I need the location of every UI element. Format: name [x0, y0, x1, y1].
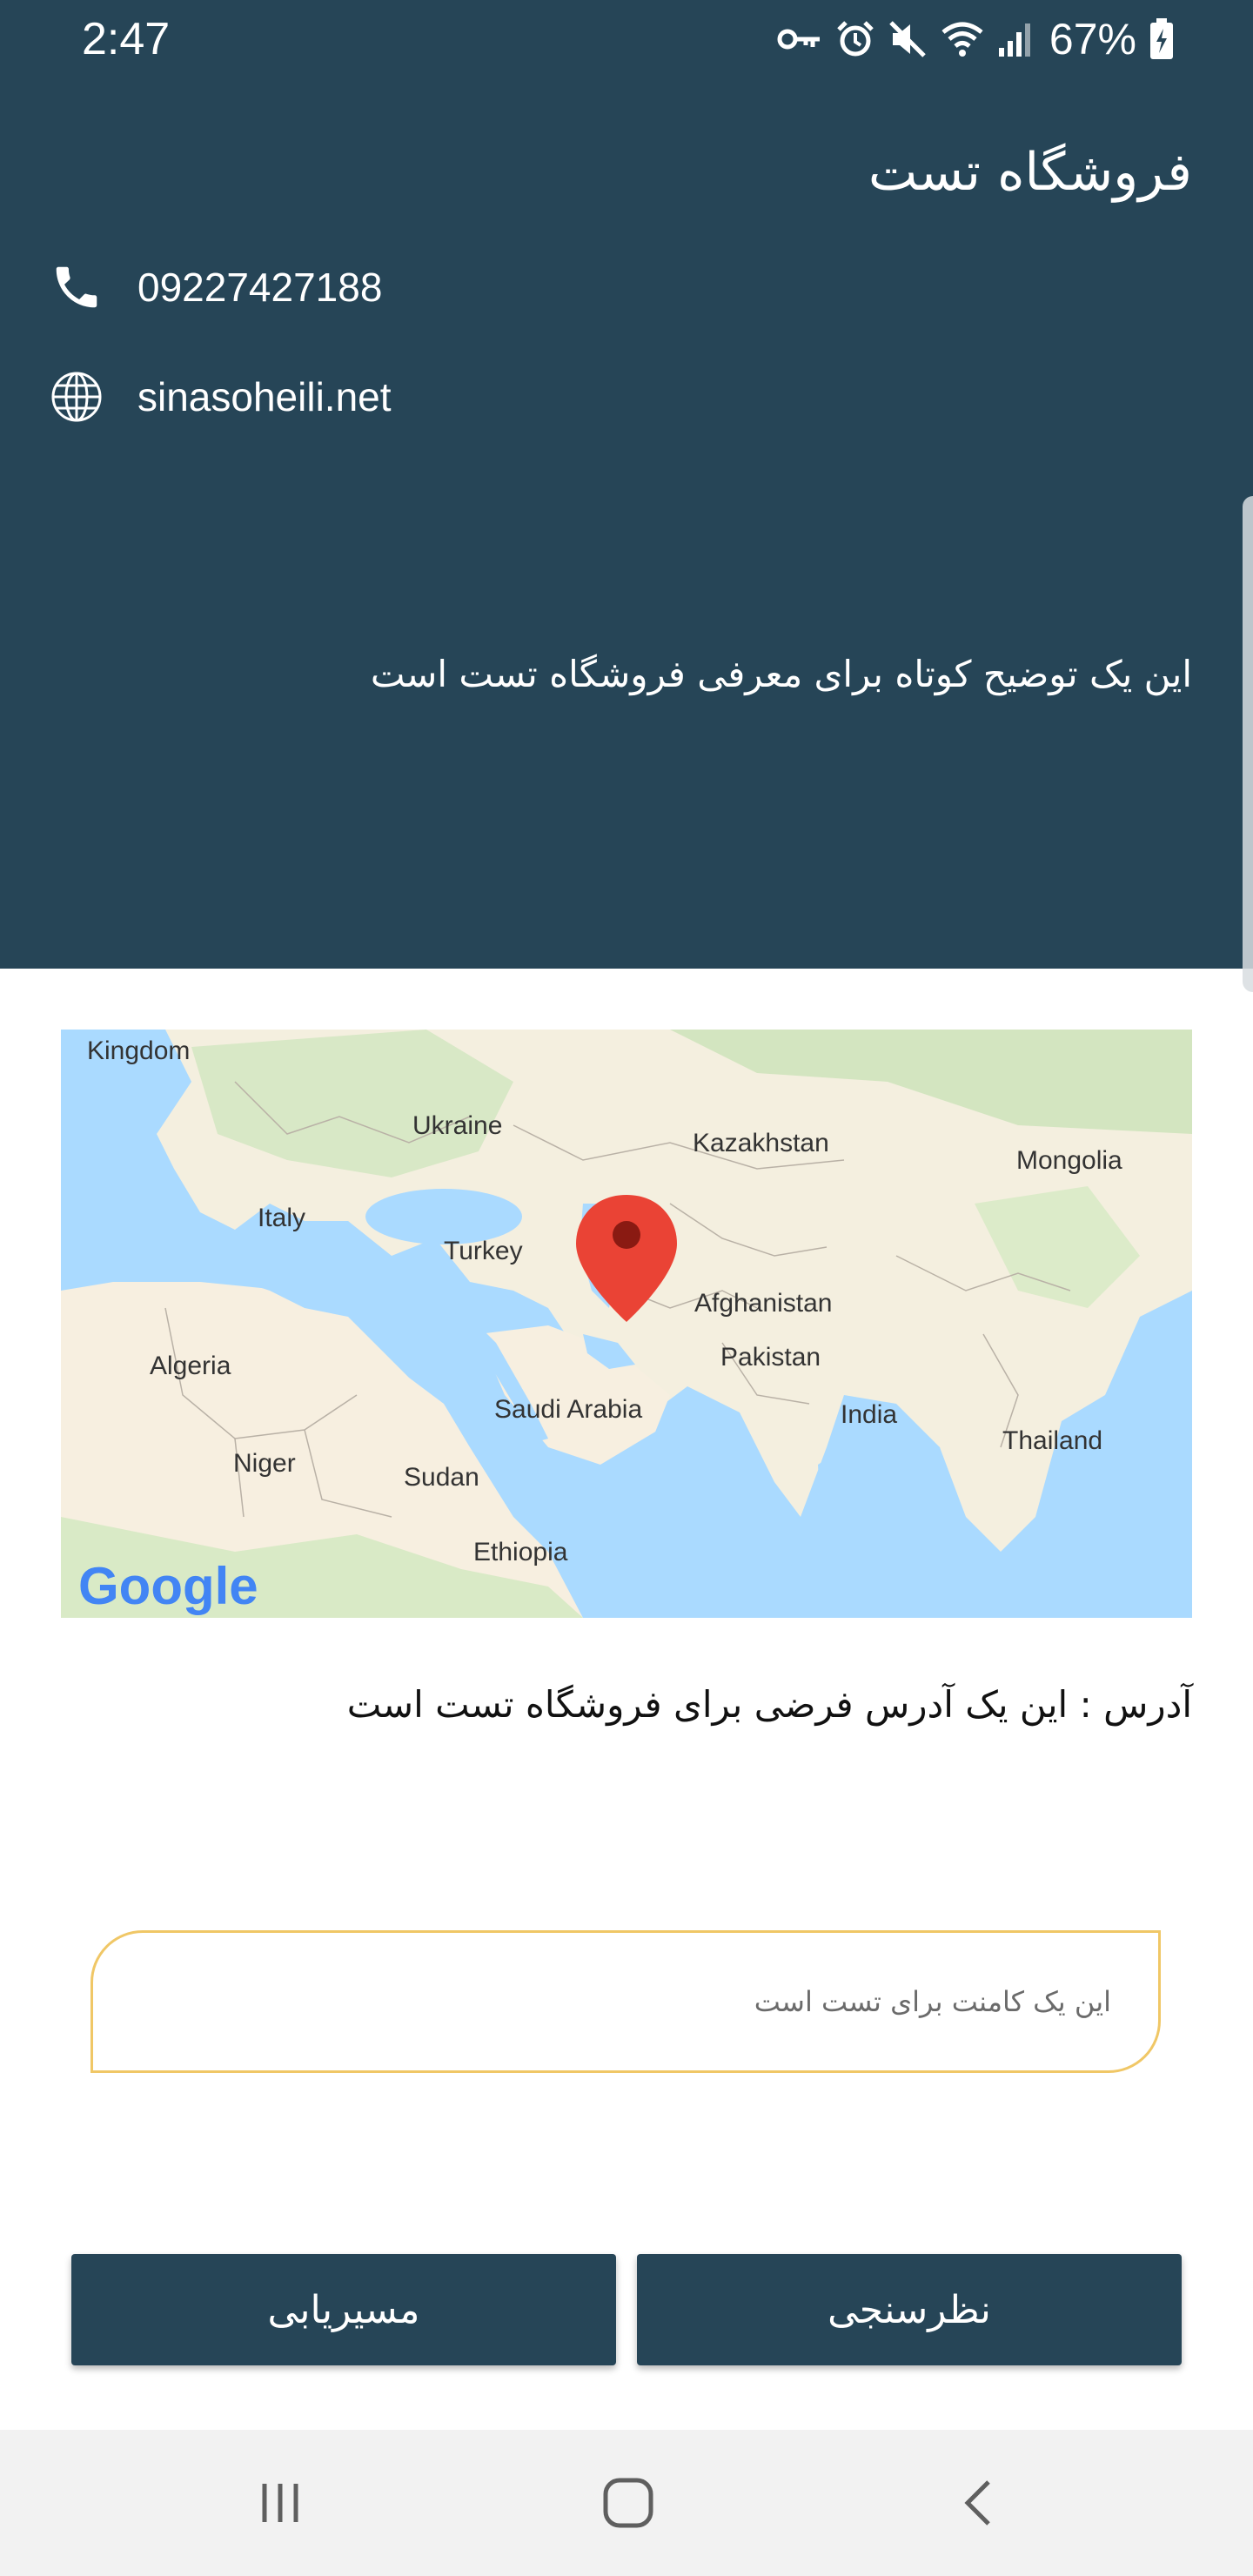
store-description: این یک توضیح کوتاه برای معرفی فروشگاه تس… — [370, 653, 1192, 695]
back-icon[interactable] — [945, 2468, 1015, 2538]
map-label-mongolia: Mongolia — [1016, 1146, 1122, 1175]
comment-box[interactable]: این یک کامنت برای تست است — [90, 1930, 1161, 2073]
map-label-italy: Italy — [258, 1204, 305, 1232]
alarm-icon — [835, 19, 875, 59]
map-label-saudi-arabia: Saudi Arabia — [494, 1395, 642, 1424]
map-label-kazakhstan: Kazakhstan — [693, 1129, 829, 1157]
mute-icon — [888, 19, 928, 59]
map-label-india: India — [841, 1400, 897, 1429]
website-row[interactable]: sinasoheili.net — [49, 369, 392, 425]
map-label-turkey: Turkey — [444, 1237, 523, 1265]
wifi-icon — [940, 20, 985, 58]
battery-icon — [1149, 18, 1175, 60]
phone-row[interactable]: 09227427188 — [49, 259, 382, 315]
google-logo: Google — [78, 1557, 258, 1615]
store-title: فروشگاه تست — [868, 142, 1192, 203]
map-label-afghanistan: Afghanistan — [694, 1289, 832, 1318]
map-label-pakistan: Pakistan — [720, 1343, 821, 1372]
phone-icon — [49, 259, 104, 315]
vpn-key-icon — [776, 22, 823, 57]
status-icons: 67% — [776, 10, 1175, 68]
map-label-sudan: Sudan — [404, 1463, 479, 1492]
store-detail-screen: 2:47 67% فروشگاه تست 09227427188 sinasoh… — [0, 0, 1253, 2576]
signal-icon — [997, 20, 1032, 58]
survey-button[interactable]: نظرسنجی — [637, 2254, 1182, 2365]
map-label-ukraine: Ukraine — [412, 1111, 502, 1140]
route-button[interactable]: مسیریابی — [71, 2254, 616, 2365]
comment-text: این یک کامنت برای تست است — [754, 1985, 1111, 2018]
globe-icon — [49, 369, 104, 425]
map-label-niger: Niger — [233, 1449, 296, 1478]
phone-number: 09227427188 — [137, 265, 383, 310]
map-canvas: Kingdom Ukraine Kazakhstan Mongolia Ital… — [61, 1030, 1192, 1618]
status-bar: 2:47 67% — [0, 0, 1253, 78]
map-label-kingdom: Kingdom — [87, 1036, 190, 1065]
scrollbar[interactable] — [1243, 496, 1253, 992]
status-time: 2:47 — [82, 14, 171, 64]
store-header: 2:47 67% فروشگاه تست 09227427188 sinasoh… — [0, 0, 1253, 969]
store-map[interactable]: Kingdom Ukraine Kazakhstan Mongolia Ital… — [61, 1030, 1192, 1618]
map-label-algeria: Algeria — [150, 1352, 231, 1380]
system-navigation-bar — [0, 2430, 1253, 2576]
recent-apps-icon[interactable] — [245, 2468, 315, 2538]
store-address: آدرس : این یک آدرس فرضی برای فروشگاه تست… — [346, 1683, 1192, 1726]
svg-text:Google: Google — [78, 1557, 258, 1615]
battery-percentage: 67% — [1049, 15, 1136, 64]
website-link: sinasoheili.net — [137, 374, 392, 419]
map-label-thailand: Thailand — [1002, 1426, 1102, 1455]
home-icon[interactable] — [593, 2468, 663, 2538]
map-label-ethiopia: Ethiopia — [473, 1538, 568, 1566]
